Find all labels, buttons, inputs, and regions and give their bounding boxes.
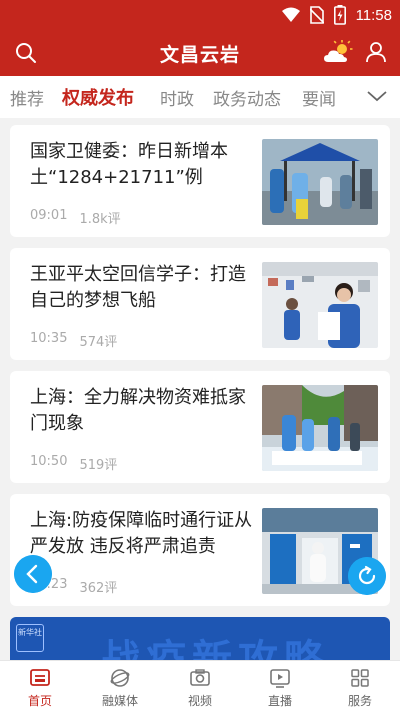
play-icon [270, 669, 290, 688]
news-headline[interactable]: 上海：全力解决物资难抵家门现象 [30, 385, 262, 437]
globe-icon [110, 669, 130, 687]
weather-icon[interactable] [323, 40, 353, 66]
back-button[interactable] [14, 555, 52, 593]
news-card[interactable]: 上海:防疫保障临时通行证从严发放 违反将严肃追责 10:23 362评 [10, 494, 390, 606]
user-profile-icon[interactable] [364, 40, 388, 64]
news-meta: 10:35 574评 [30, 331, 117, 350]
xinhua-logo: 新华社 [16, 624, 44, 652]
home-icon [30, 669, 50, 686]
clock: 11:58 [355, 6, 392, 24]
no-sim-icon [309, 6, 324, 24]
news-comment-count: 574评 [79, 335, 118, 350]
tab-recommend[interactable]: 推荐 [10, 85, 44, 110]
news-headline[interactable]: 上海:防疫保障临时通行证从严发放 违反将严肃追责 [30, 508, 262, 560]
category-tabs: 推荐 权威发布 时政 政务动态 要闻 [0, 76, 400, 118]
tab-headlines[interactable]: 要闻 [302, 85, 336, 110]
tab-government-affairs[interactable]: 政务动态 [213, 85, 281, 110]
nav-label: 首页 [27, 694, 52, 708]
nav-live[interactable]: 直播 [240, 661, 320, 712]
news-thumbnail[interactable] [262, 139, 378, 225]
news-thumbnail[interactable] [262, 262, 378, 348]
nav-video[interactable]: 视频 [160, 661, 240, 712]
news-meta: 09:01 1.8k评 [30, 208, 121, 227]
app-header: 文昌云岩 [0, 30, 400, 76]
nav-label: 直播 [267, 694, 292, 708]
news-comment-count: 519评 [79, 458, 118, 473]
wifi-icon [281, 7, 300, 22]
news-card[interactable]: 国家卫健委：昨日新增本土“1284+21711”例 09:01 1.8k评 [10, 125, 390, 237]
news-card[interactable]: 上海：全力解决物资难抵家门现象 10:50 519评 [10, 371, 390, 483]
nav-label: 视频 [187, 694, 212, 708]
news-time: 10:35 [30, 331, 68, 346]
camera-icon [190, 669, 210, 686]
promo-banner[interactable]: 新华社 战疫新攻略 [10, 617, 390, 660]
news-headline[interactable]: 国家卫健委：昨日新增本土“1284+21711”例 [30, 139, 262, 191]
battery-icon [333, 5, 346, 25]
tab-politics[interactable]: 时政 [160, 85, 194, 110]
news-comment-count: 1.8k评 [79, 212, 121, 227]
nav-label: 融媒体 [101, 694, 138, 708]
status-bar: 11:58 [0, 0, 400, 30]
refresh-button[interactable] [348, 557, 386, 595]
news-time: 09:01 [30, 208, 68, 223]
news-headline[interactable]: 王亚平太空回信学子：打造自己的梦想飞船 [30, 262, 262, 314]
banner-title: 战疫新攻略 [100, 637, 330, 660]
news-thumbnail[interactable] [262, 385, 378, 471]
news-time: 10:50 [30, 454, 68, 469]
news-card[interactable]: 王亚平太空回信学子：打造自己的梦想飞船 10:35 574评 [10, 248, 390, 360]
news-meta: 10:50 519评 [30, 454, 117, 473]
chevron-down-icon[interactable] [366, 88, 388, 104]
nav-services[interactable]: 服务 [320, 661, 400, 712]
nav-home[interactable]: 首页 [0, 661, 80, 712]
bottom-navigation: 首页 融媒体 视频 直播 服务 [0, 660, 400, 712]
nav-label: 服务 [347, 694, 372, 708]
grid-icon [351, 669, 369, 687]
tab-official-release[interactable]: 权威发布 [62, 84, 134, 110]
news-comment-count: 362评 [79, 581, 118, 596]
nav-media[interactable]: 融媒体 [80, 661, 160, 712]
